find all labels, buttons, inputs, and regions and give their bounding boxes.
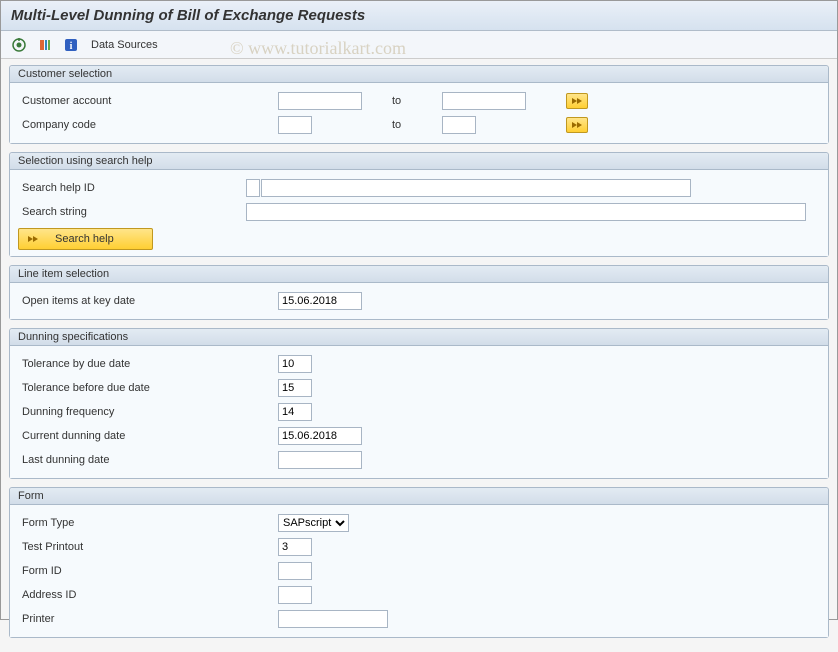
group-dunning: Dunning specifications Tolerance by due … [9,328,829,479]
current-dunning-input[interactable] [278,427,362,445]
group-header: Selection using search help [10,153,828,170]
search-help-id-code[interactable] [246,179,260,197]
freq-label: Dunning frequency [18,406,278,418]
toolbar: i Data Sources [1,31,837,59]
group-header: Dunning specifications [10,329,828,346]
to-label: to [362,95,442,107]
group-customer-selection: Customer selection Customer account to C… [9,65,829,144]
open-items-label: Open items at key date [18,295,278,307]
group-search-help: Selection using search help Search help … [9,152,829,257]
tol-due-input[interactable] [278,355,312,373]
variant-icon[interactable] [35,35,55,55]
multi-select-icon[interactable] [566,93,588,109]
address-id-label: Address ID [18,589,278,601]
multi-select-icon[interactable] [566,117,588,133]
test-printout-label: Test Printout [18,541,278,553]
printer-label: Printer [18,613,278,625]
test-printout-input[interactable] [278,538,312,556]
last-dunning-label: Last dunning date [18,454,278,466]
search-help-button[interactable]: Search help [18,228,153,250]
info-icon[interactable]: i [61,35,81,55]
execute-icon[interactable] [9,35,29,55]
freq-input[interactable] [278,403,312,421]
customer-account-from[interactable] [278,92,362,110]
tol-due-label: Tolerance by due date [18,358,278,370]
page-title: Multi-Level Dunning of Bill of Exchange … [1,1,837,31]
company-code-from[interactable] [278,116,312,134]
group-header: Form [10,488,828,505]
address-id-input[interactable] [278,586,312,604]
form-id-input[interactable] [278,562,312,580]
search-string-label: Search string [18,206,246,218]
last-dunning-input[interactable] [278,451,362,469]
company-code-to[interactable] [442,116,476,134]
search-help-id-label: Search help ID [18,182,246,194]
customer-account-label: Customer account [18,95,278,107]
current-dunning-label: Current dunning date [18,430,278,442]
arrow-right-icon [27,235,39,243]
tol-before-label: Tolerance before due date [18,382,278,394]
group-header: Customer selection [10,66,828,83]
group-line-item: Line item selection Open items at key da… [9,265,829,320]
search-help-button-label: Search help [55,233,114,245]
form-id-label: Form ID [18,565,278,577]
customer-account-to[interactable] [442,92,526,110]
to-label: to [362,119,442,131]
form-type-label: Form Type [18,517,278,529]
group-form: Form Form Type SAPscript Test Printout F… [9,487,829,638]
tol-before-input[interactable] [278,379,312,397]
svg-text:i: i [70,41,73,52]
form-type-select[interactable]: SAPscript [278,514,349,532]
search-string-input[interactable] [246,203,806,221]
data-sources-label[interactable]: Data Sources [91,39,158,51]
group-header: Line item selection [10,266,828,283]
company-code-label: Company code [18,119,278,131]
printer-input[interactable] [278,610,388,628]
search-help-id-desc [261,179,691,197]
open-items-date[interactable] [278,292,362,310]
